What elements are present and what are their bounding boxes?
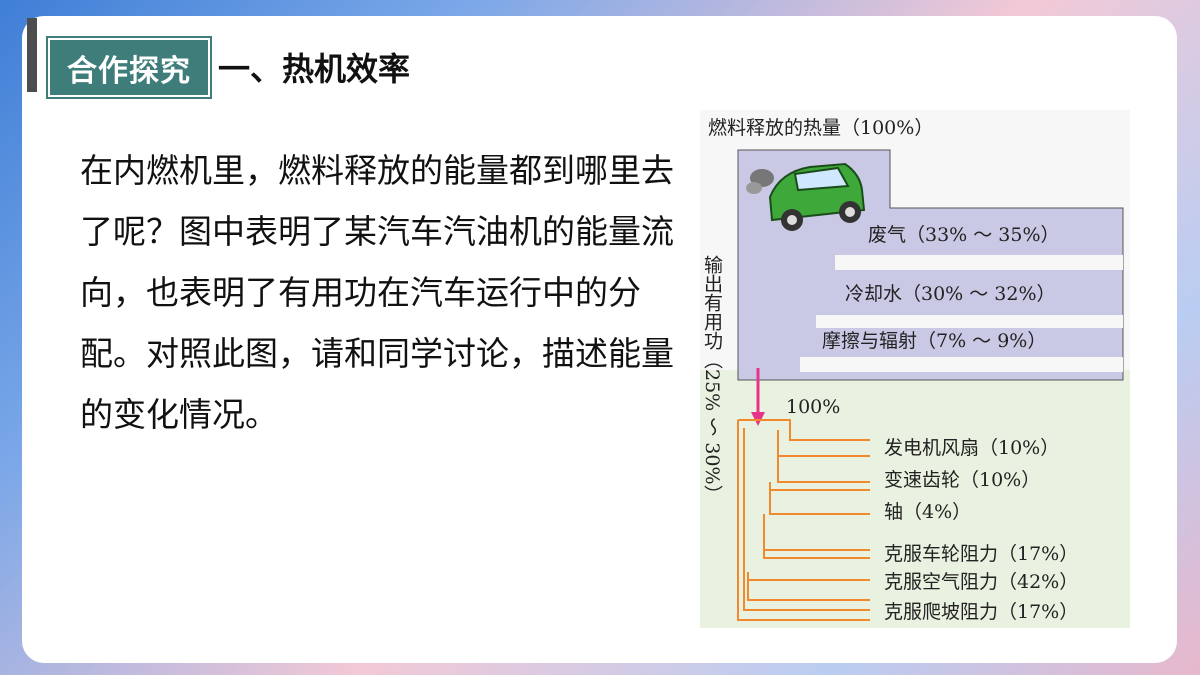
coolant-branch-gap (816, 315, 1123, 328)
use-label-generator-fan: 发电机风扇（10%） (884, 437, 1059, 459)
useful-work-side-label: 输出有用功（25% ～ 30%） (701, 255, 723, 504)
loss-label-coolant: 冷却水（30% ～ 32%） (845, 283, 1056, 305)
use-label-wheel-resistance: 克服车轮阻力（17%） (884, 543, 1078, 565)
use-label-air-resistance: 克服空气阻力（42%） (884, 571, 1078, 593)
energy-flow-diagram: 燃料释放的热量（100%） 废气（33% ～ 35%） 冷却水（30% ～ 32… (700, 110, 1130, 628)
loss-label-friction: 摩擦与辐射（7% ～ 9%） (822, 330, 1046, 352)
page-title: 一、热机效率 (218, 50, 411, 88)
friction-branch-gap (800, 357, 1123, 372)
exhaust-branch-gap (835, 255, 1123, 270)
header-accent-bar (27, 18, 37, 92)
body-paragraph: 在内燃机里，燃料释放的能量都到哪里去了呢？图中表明了某汽车汽油机的能量流向，也表… (80, 151, 674, 434)
fuel-heat-label: 燃料释放的热量（100%） (708, 117, 933, 139)
section-tag: 合作探究 (48, 38, 210, 97)
loss-label-exhaust: 废气（33% ～ 35%） (868, 224, 1060, 246)
use-label-gearbox: 变速齿轮（10%） (884, 469, 1040, 491)
use-label-climb-resistance: 克服爬坡阻力（17%） (884, 601, 1078, 623)
useful-100-label: 100% (786, 396, 840, 418)
use-label-shaft: 轴（4%） (884, 501, 971, 523)
